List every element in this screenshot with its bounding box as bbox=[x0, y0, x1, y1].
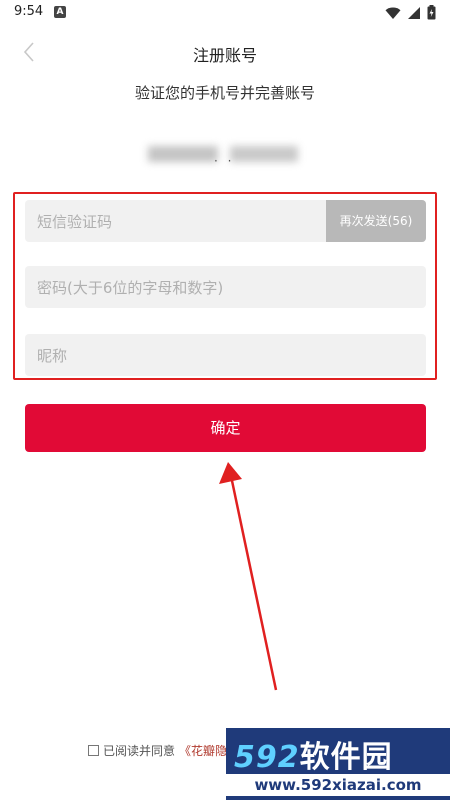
battery-icon bbox=[427, 5, 436, 20]
password-placeholder: 密码(大于6位的字母和数字) bbox=[37, 279, 224, 297]
page-title: 注册账号 bbox=[192, 46, 257, 65]
agreement-row[interactable]: 已阅读并同意 《花瓣隐 bbox=[88, 742, 227, 759]
notification-icon: A bbox=[54, 6, 66, 18]
wifi-icon bbox=[385, 7, 401, 19]
watermark-brand-text: 软件园 bbox=[299, 740, 393, 775]
sms-code-placeholder: 短信验证码 bbox=[37, 213, 113, 231]
blur-segment bbox=[148, 146, 218, 162]
watermark-number: 592 bbox=[234, 740, 300, 775]
status-icons bbox=[385, 5, 436, 20]
signal-icon bbox=[408, 6, 420, 19]
privacy-policy-link[interactable]: 《花瓣隐 bbox=[179, 742, 227, 759]
confirm-button[interactable]: 确定 bbox=[25, 404, 426, 452]
nickname-placeholder: 昵称 bbox=[37, 347, 68, 365]
site-watermark: 592软件园 www.592xiazai.com bbox=[226, 728, 450, 800]
agreement-text: 已阅读并同意 bbox=[103, 744, 176, 758]
masked-phone-number: · · bbox=[148, 142, 298, 168]
sms-code-input[interactable]: 短信验证码 再次发送(56) bbox=[25, 200, 426, 242]
resend-code-button[interactable]: 再次发送(56) bbox=[326, 200, 426, 242]
agreement-checkbox[interactable] bbox=[88, 745, 99, 756]
password-input[interactable]: 密码(大于6位的字母和数字) bbox=[25, 266, 426, 308]
status-bar: 9:54 A bbox=[0, 0, 450, 26]
nickname-input[interactable]: 昵称 bbox=[25, 334, 426, 376]
page-subtitle: 验证您的手机号并完善账号 bbox=[134, 84, 315, 102]
watermark-brand: 592软件园 bbox=[234, 732, 393, 776]
annotation-arrow bbox=[219, 462, 278, 691]
status-time: 9:54 bbox=[14, 4, 44, 19]
blur-segment bbox=[230, 146, 298, 162]
phone-dots: · · bbox=[214, 154, 235, 168]
watermark-url: www.592xiazai.com bbox=[226, 774, 450, 796]
